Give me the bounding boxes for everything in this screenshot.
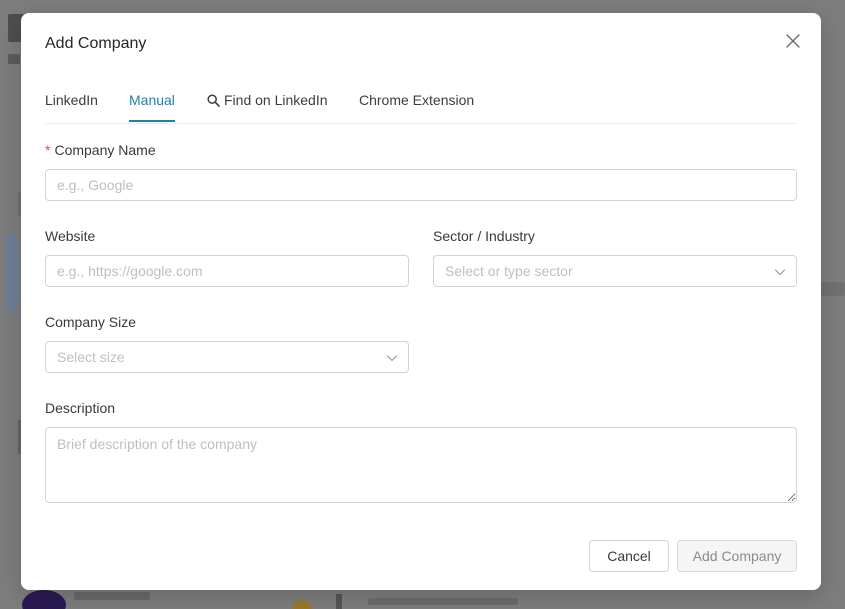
company-size-placeholder: Select size bbox=[57, 349, 125, 365]
tab-find-on-linkedin[interactable]: Find on LinkedIn bbox=[207, 91, 328, 122]
chevron-down-icon bbox=[774, 269, 786, 276]
tab-linkedin[interactable]: LinkedIn bbox=[45, 91, 98, 122]
cancel-button[interactable]: Cancel bbox=[589, 540, 669, 572]
sector-placeholder: Select or type sector bbox=[445, 263, 573, 279]
background-avatar bbox=[22, 590, 66, 609]
background-badge bbox=[292, 600, 312, 609]
modal-title: Add Company bbox=[45, 35, 147, 52]
background-text bbox=[74, 592, 150, 600]
chevron-down-icon bbox=[386, 355, 398, 362]
close-icon bbox=[786, 34, 800, 48]
sector-select[interactable]: Select or type sector bbox=[433, 255, 797, 287]
website-input[interactable] bbox=[45, 255, 409, 287]
close-button[interactable] bbox=[783, 31, 803, 51]
background-text bbox=[368, 598, 518, 605]
company-name-label: * Company Name bbox=[45, 142, 156, 158]
description-textarea[interactable] bbox=[45, 427, 797, 503]
website-label: Website bbox=[45, 228, 96, 244]
sector-label: Sector / Industry bbox=[433, 228, 535, 244]
cancel-button-label: Cancel bbox=[607, 548, 651, 564]
add-company-modal: Add Company LinkedIn Manual Find on Link… bbox=[21, 13, 821, 590]
company-size-select[interactable]: Select size bbox=[45, 341, 409, 373]
tab-chrome-extension[interactable]: Chrome Extension bbox=[359, 91, 474, 122]
tab-manual[interactable]: Manual bbox=[129, 91, 175, 122]
background-element bbox=[336, 594, 342, 609]
tab-bar: LinkedIn Manual Find on LinkedIn Chrome … bbox=[45, 91, 797, 124]
background-element bbox=[821, 282, 845, 296]
add-company-button[interactable]: Add Company bbox=[677, 540, 797, 572]
search-icon bbox=[207, 94, 220, 107]
company-name-label-text: Company Name bbox=[54, 142, 156, 158]
tab-label: Find on LinkedIn bbox=[224, 92, 328, 108]
company-size-label: Company Size bbox=[45, 314, 137, 330]
description-label: Description bbox=[45, 400, 116, 416]
tab-label: Manual bbox=[129, 92, 175, 108]
tab-label: LinkedIn bbox=[45, 92, 98, 108]
background-subtitle bbox=[8, 54, 20, 64]
background-sidebar-highlight bbox=[6, 234, 18, 312]
required-marker: * bbox=[45, 142, 51, 158]
tab-label: Chrome Extension bbox=[359, 92, 475, 108]
add-company-button-label: Add Company bbox=[692, 548, 782, 564]
company-name-input[interactable] bbox=[45, 169, 797, 201]
